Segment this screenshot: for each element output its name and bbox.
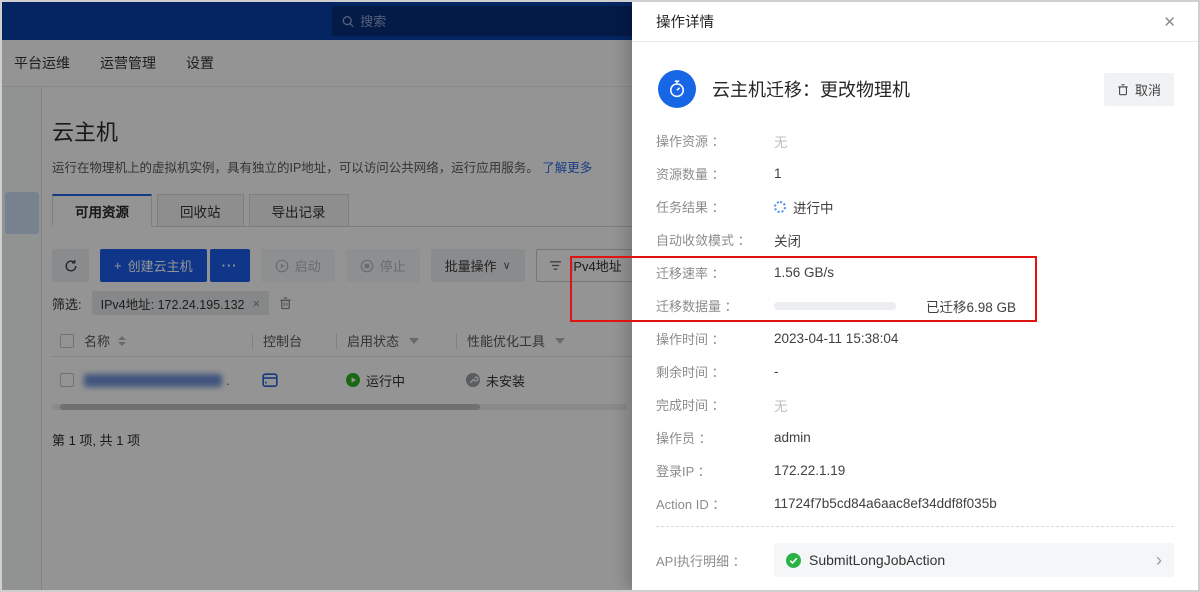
field-value: 11724f7b5cd84a6aac8ef34ddf8f035b (774, 496, 997, 511)
field-label: 任务结果 ： (656, 200, 725, 215)
migrated-amount-label: 已迁移6.98 GB (926, 299, 1017, 315)
api-action-name: SubmitLongJobAction (809, 552, 946, 568)
field-operated-resource: 操作资源 ： 无 (656, 124, 1174, 157)
api-action-item[interactable]: SubmitLongJobAction › (774, 543, 1174, 577)
field-value: admin (774, 430, 811, 445)
field-label: 操作时间 ： (656, 332, 725, 347)
field-operation-time: 操作时间 ： 2023-04-11 15:38:04 (656, 322, 1174, 355)
api-detail-label: API执行明细 ： (656, 553, 746, 569)
field-label: 剩余时间 ： (656, 365, 725, 380)
field-label: Action ID ： (656, 497, 726, 512)
field-finish-time: 完成时间 ： 无 (656, 388, 1174, 421)
operation-details-panel: 操作详情 ✕ 云主机迁移：更改物理机 取消 操作资源 ： 无 资源数量 ： 1 … (632, 2, 1198, 590)
in-progress-spinner-icon (774, 200, 786, 213)
field-value: 无 (774, 398, 788, 414)
field-value: - (774, 364, 779, 379)
field-label: 迁移数据量 ： (656, 299, 738, 314)
chevron-right-icon[interactable]: › (1156, 551, 1162, 569)
field-value: 关闭 (774, 233, 801, 249)
field-value: 172.22.1.19 (774, 463, 846, 478)
field-label: 操作员 ： (656, 431, 712, 446)
dashed-divider (656, 526, 1174, 527)
cancel-label: 取消 (1134, 82, 1161, 98)
field-label: 完成时间 ： (656, 398, 725, 413)
field-value: 2023-04-11 15:38:04 (774, 331, 899, 346)
field-login-ip: 登录IP ： 172.22.1.19 (656, 454, 1174, 487)
field-task-result: 任务结果 ： 进行中 (656, 190, 1174, 223)
field-operator: 操作员 ： admin (656, 421, 1174, 454)
field-value: 无 (774, 134, 788, 150)
cancel-operation-button[interactable]: 取消 (1103, 72, 1174, 106)
field-label: 登录IP ： (656, 464, 711, 479)
field-label: 操作资源 ： (656, 134, 725, 149)
modal-dim-overlay[interactable] (2, 2, 632, 590)
field-label: 迁移速率 ： (656, 266, 725, 281)
field-label: 资源数量 ： (656, 167, 725, 182)
field-value: 进行中 (793, 200, 834, 216)
detail-fields: 操作资源 ： 无 资源数量 ： 1 任务结果 ： 进行中 自动收敛模式 ： 关闭… (632, 124, 1198, 520)
trash-icon (1118, 83, 1128, 95)
panel-header: 操作详情 ✕ (632, 2, 1198, 42)
migration-stopwatch-icon (658, 70, 696, 108)
field-action-id: Action ID ： 11724f7b5cd84a6aac8ef34ddf8f… (656, 487, 1174, 520)
operation-title: 云主机迁移：更改物理机 (712, 80, 910, 100)
field-auto-converge: 自动收敛模式 ： 关闭 (656, 223, 1174, 256)
field-label: 自动收敛模式 ： (656, 233, 751, 248)
field-value: 1 (774, 166, 782, 181)
panel-title: 操作详情 (656, 15, 714, 31)
field-remaining-time: 剩余时间 ： - (656, 355, 1174, 388)
screen: 平台运维 运营管理 设置 云主机 运行在物理机上的虚拟机实例，具有独立的IP地址… (0, 0, 1200, 592)
field-resource-count: 资源数量 ： 1 (656, 157, 1174, 190)
operation-title-block: 云主机迁移：更改物理机 取消 (632, 42, 1198, 108)
field-value: 1.56 GB/s (774, 265, 835, 280)
success-check-icon (786, 552, 801, 568)
field-migration-speed: 迁移速率 ： 1.56 GB/s (656, 256, 1174, 289)
field-migrated-data: 迁移数据量 ： 已迁移6.98 GB (656, 289, 1174, 322)
close-icon[interactable]: ✕ (1163, 13, 1176, 31)
api-detail-row: API执行明细 ： SubmitLongJobAction › (656, 543, 1174, 577)
migration-progress-bar (774, 301, 896, 310)
